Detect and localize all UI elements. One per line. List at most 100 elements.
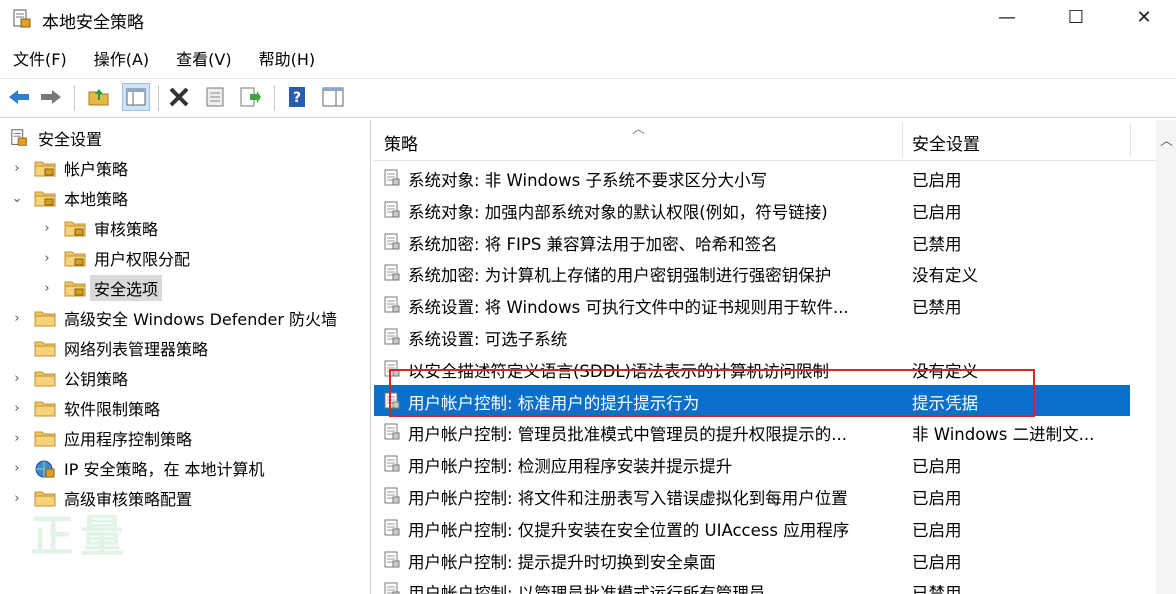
folder-icon: [34, 309, 56, 327]
tree-item[interactable]: › 用户权限分配: [40, 244, 190, 272]
console-icon[interactable]: [320, 84, 346, 110]
chevron-right-icon[interactable]: ›: [10, 491, 24, 506]
chevron-right-icon[interactable]: ›: [40, 251, 54, 266]
tree-item-label: IP 安全策略，在 本地计算机: [64, 460, 265, 479]
chevron-down-icon[interactable]: ⌄: [10, 191, 24, 206]
folder-icon: [64, 249, 86, 267]
tree-item-label: 高级安全 Windows Defender 防火墙: [64, 310, 338, 329]
svg-text:?: ?: [293, 90, 301, 106]
tree-item-label: 审核策略: [94, 220, 159, 239]
policy-row[interactable]: 系统对象: 非 Windows 子系统不要求区分大小写 已启用: [374, 162, 1130, 193]
folder-icon: [34, 159, 56, 177]
policy-row[interactable]: 用户帐户控制: 以管理员批准模式运行所有管理员 已禁用: [374, 575, 1130, 594]
export-icon[interactable]: [238, 84, 264, 110]
policy-row[interactable]: 系统对象: 加强内部系统对象的默认权限(例如，符号链接) 已启用: [374, 194, 1130, 225]
folder-icon: [34, 189, 56, 207]
policy-row[interactable]: 系统设置: 将 Windows 可执行文件中的证书规则用于软件... 已禁用: [374, 289, 1130, 320]
up-folder-icon[interactable]: [86, 84, 112, 110]
chevron-right-icon[interactable]: ›: [10, 161, 24, 176]
policy-row[interactable]: 用户帐户控制: 提示提升时切换到安全桌面 已启用: [374, 544, 1130, 575]
menu-view[interactable]: 查看(V): [176, 42, 231, 72]
window-title: 本地安全策略: [42, 13, 144, 33]
policy-icon: [384, 455, 400, 472]
tree-item[interactable]: ⌄ 本地策略: [10, 184, 128, 212]
tree-item-label: 安全选项: [90, 275, 163, 301]
policy-row[interactable]: 系统设置: 可选子系统: [374, 321, 1130, 352]
tree-root-label: 安全设置: [38, 130, 103, 149]
menu-file[interactable]: 文件(F): [13, 42, 67, 72]
policy-name: 用户帐户控制: 管理员批准模式中管理员的提升权限提示的...: [408, 425, 848, 445]
policy-row[interactable]: 用户帐户控制: 仅提升安装在安全位置的 UIAccess 应用程序 已启用: [374, 512, 1130, 543]
tree-item-label: 用户权限分配: [94, 250, 191, 269]
policy-name: 用户帐户控制: 将文件和注册表写入错误虚拟化到每用户位置: [408, 489, 848, 508]
policy-setting: 已启用: [912, 489, 962, 508]
policy-setting: 非 Windows 二进制文...: [912, 425, 1095, 445]
scroll-up-icon[interactable]: ︿: [1160, 130, 1173, 149]
policy-name: 用户帐户控制: 提示提升时切换到安全桌面: [408, 552, 716, 572]
policy-row[interactable]: 用户帐户控制: 管理员批准模式中管理员的提升权限提示的... 非 Windows …: [374, 416, 1130, 447]
security-policy-app-icon: [13, 9, 31, 28]
chevron-right-icon[interactable]: ›: [40, 221, 54, 236]
forward-icon[interactable]: [38, 84, 64, 110]
policy-icon: [384, 296, 400, 313]
policy-row[interactable]: 用户帐户控制: 将文件和注册表写入错误虚拟化到每用户位置 已启用: [374, 480, 1130, 511]
delete-icon[interactable]: [166, 84, 192, 110]
policy-name: 系统设置: 将 Windows 可执行文件中的证书规则用于软件...: [408, 298, 849, 318]
policy-name: 用户帐户控制: 仅提升安装在安全位置的 UIAccess 应用程序: [408, 520, 850, 540]
chevron-right-icon[interactable]: ›: [10, 311, 24, 326]
menu-help[interactable]: 帮助(H): [259, 42, 316, 72]
column-header-policy[interactable]: 策略: [384, 130, 418, 155]
tree-item[interactable]: › IP 安全策略，在 本地计算机: [10, 454, 265, 482]
tree-item[interactable]: › 应用程序控制策略: [10, 424, 192, 452]
column-header-setting[interactable]: 安全设置: [912, 130, 980, 155]
chevron-right-icon[interactable]: ›: [40, 281, 54, 296]
show-tree-icon[interactable]: [122, 83, 150, 111]
tree-root-security-settings[interactable]: 安全设置: [10, 124, 102, 152]
security-settings-icon: [11, 129, 27, 146]
back-icon[interactable]: [6, 84, 32, 110]
policy-row[interactable]: 用户帐户控制: 检测应用程序安装并提示提升 已启用: [374, 448, 1130, 479]
tree-item[interactable]: › 软件限制策略: [10, 394, 160, 422]
tree-item[interactable]: › 安全选项: [40, 274, 163, 302]
minimize-button[interactable]: —: [973, 0, 1041, 34]
policy-setting: 已启用: [912, 552, 962, 572]
folder-icon: [34, 369, 56, 387]
policy-row[interactable]: 系统加密: 将 FIPS 兼容算法用于加密、哈希和签名 已禁用: [374, 226, 1130, 257]
policy-setting: 已禁用: [912, 234, 962, 254]
tree-item[interactable]: › 公钥策略: [10, 364, 128, 392]
tree-item[interactable]: › 高级安全 Windows Defender 防火墙: [10, 304, 337, 332]
vertical-scrollbar[interactable]: [1156, 120, 1176, 594]
policy-row[interactable]: 系统加密: 为计算机上存储的用户密钥强制进行强密钥保护 没有定义: [374, 257, 1130, 288]
folder-icon: [34, 339, 56, 357]
chevron-right-icon[interactable]: ›: [10, 401, 24, 416]
close-button[interactable]: ✕: [1110, 0, 1176, 34]
policy-setting: 没有定义: [912, 266, 978, 286]
menu-action[interactable]: 操作(A): [94, 42, 149, 72]
policy-setting: 已启用: [912, 520, 962, 540]
chevron-right-icon[interactable]: ›: [10, 461, 24, 476]
policy-icon: [384, 551, 400, 568]
chevron-right-icon[interactable]: ›: [10, 431, 24, 446]
policy-name: 系统对象: 加强内部系统对象的默认权限(例如，符号链接): [408, 202, 828, 222]
maximize-button[interactable]: ☐: [1042, 0, 1110, 34]
policy-name: 系统设置: 可选子系统: [408, 330, 568, 349]
help-icon[interactable]: ?: [284, 84, 310, 110]
highlight-box: [389, 369, 1035, 417]
folder-icon: [34, 429, 56, 447]
properties-icon[interactable]: [202, 84, 228, 110]
policy-name: 用户帐户控制: 以管理员批准模式运行所有管理员: [408, 584, 766, 594]
policy-icon: [384, 169, 400, 186]
policy-name: 用户帐户控制: 检测应用程序安装并提示提升: [408, 457, 733, 477]
tree-item-label: 帐户策略: [64, 160, 129, 179]
ip-security-icon: [34, 459, 56, 478]
folder-icon: [64, 219, 86, 237]
tree-item-label: 本地策略: [64, 190, 129, 209]
policy-name: 系统加密: 将 FIPS 兼容算法用于加密、哈希和签名: [408, 234, 778, 254]
policy-setting: 已启用: [912, 457, 962, 477]
tree-item[interactable]: › 审核策略: [40, 214, 158, 242]
chevron-right-icon[interactable]: ›: [10, 371, 24, 386]
policy-icon: [384, 328, 400, 345]
tree-item[interactable]: 网络列表管理器策略: [10, 334, 208, 362]
tree-item[interactable]: › 帐户策略: [10, 154, 128, 182]
watermark: 正量: [30, 511, 130, 562]
